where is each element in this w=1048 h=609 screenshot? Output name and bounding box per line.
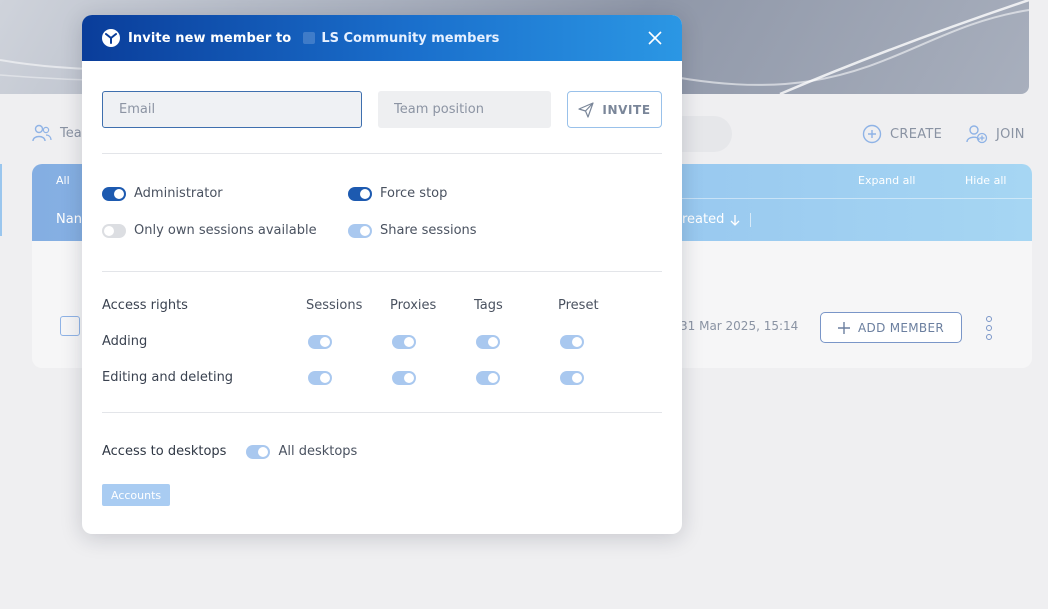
desktop-access-label: Access to desktops xyxy=(102,444,227,459)
adding-proxies-toggle[interactable] xyxy=(392,335,416,349)
send-icon xyxy=(578,101,594,118)
toggle-switch[interactable] xyxy=(102,186,126,201)
toggle-switch[interactable] xyxy=(348,186,372,201)
plus-circle-icon xyxy=(862,124,882,144)
invite-form-row: INVITE xyxy=(102,91,662,128)
administrator-label: Administrator xyxy=(134,186,223,201)
adding-tags-toggle[interactable] xyxy=(476,335,500,349)
divider xyxy=(102,153,662,154)
created-column-header[interactable]: reated xyxy=(682,212,752,227)
row-created-date: 31 Mar 2025, 15:14 xyxy=(680,319,799,333)
side-tab-indicator xyxy=(0,164,2,236)
hide-all-link[interactable]: Hide all xyxy=(965,174,1006,187)
header-divider xyxy=(682,198,1032,199)
join-button[interactable]: JOIN xyxy=(966,124,1025,144)
editing-preset-toggle[interactable] xyxy=(560,371,584,385)
invite-label: INVITE xyxy=(602,102,651,117)
close-icon[interactable] xyxy=(646,29,664,47)
force-stop-label: Force stop xyxy=(380,186,448,201)
own-sessions-toggle[interactable]: Only own sessions available xyxy=(102,223,317,238)
dialog-title: Invite new member to xyxy=(128,30,292,46)
share-sessions-label: Share sessions xyxy=(380,223,477,238)
row-menu-icon[interactable] xyxy=(986,316,992,340)
editing-sessions-toggle[interactable] xyxy=(308,371,332,385)
toggle-switch[interactable] xyxy=(348,223,372,238)
all-desktops-label: All desktops xyxy=(278,444,358,459)
adding-preset-toggle[interactable] xyxy=(560,335,584,349)
row-adding-label: Adding xyxy=(102,334,148,349)
divider xyxy=(102,412,662,413)
team-position-input[interactable] xyxy=(378,91,551,128)
invite-member-dialog: Invite new member to LS Community member… xyxy=(82,15,682,534)
force-stop-toggle[interactable]: Force stop xyxy=(348,186,447,201)
create-label: CREATE xyxy=(890,126,943,142)
app-logo-icon xyxy=(102,29,120,47)
access-rights-title: Access rights xyxy=(102,298,188,313)
team-tab[interactable]: Tea xyxy=(32,124,82,142)
column-proxies: Proxies xyxy=(390,298,437,313)
expand-all-link[interactable]: Expand all xyxy=(858,174,916,187)
own-sessions-label: Only own sessions available xyxy=(134,223,317,238)
join-user-icon xyxy=(966,125,988,144)
divider xyxy=(102,271,662,272)
toggle-switch[interactable] xyxy=(102,223,126,238)
share-sessions-toggle[interactable]: Share sessions xyxy=(348,223,477,238)
row-editing-label: Editing and deleting xyxy=(102,370,234,385)
team-tab-label: Tea xyxy=(60,125,82,141)
name-column-header[interactable]: Nan xyxy=(56,212,82,227)
editing-proxies-toggle[interactable] xyxy=(392,371,416,385)
dialog-header: Invite new member to LS Community member… xyxy=(82,15,682,61)
join-label: JOIN xyxy=(996,126,1025,142)
adding-sessions-toggle[interactable] xyxy=(308,335,332,349)
toggle-switch[interactable] xyxy=(246,444,271,459)
sort-down-icon xyxy=(730,214,740,226)
column-separator xyxy=(750,212,752,227)
stats-icon[interactable] xyxy=(60,316,80,336)
add-member-label: ADD MEMBER xyxy=(858,320,944,335)
plus-icon xyxy=(838,321,851,334)
invite-button[interactable]: INVITE xyxy=(567,91,662,128)
column-sessions: Sessions xyxy=(306,298,363,313)
create-button[interactable]: CREATE xyxy=(862,124,942,144)
desktop-access-row: Access to desktops All desktops xyxy=(102,444,357,459)
email-input[interactable] xyxy=(102,91,362,128)
team-avatar xyxy=(303,32,316,44)
administrator-toggle[interactable]: Administrator xyxy=(102,186,223,201)
add-member-button[interactable]: ADD MEMBER xyxy=(820,312,962,343)
editing-tags-toggle[interactable] xyxy=(476,371,500,385)
column-tags: Tags xyxy=(474,298,503,313)
desktop-chip-accounts[interactable]: Accounts xyxy=(102,484,171,506)
all-desktops-toggle[interactable]: All desktops xyxy=(246,444,357,459)
select-all[interactable]: All xyxy=(56,174,70,187)
team-name: LS Community members xyxy=(321,30,500,46)
column-preset: Preset xyxy=(558,298,599,313)
team-icon xyxy=(32,124,52,142)
created-header-label: reated xyxy=(682,212,725,227)
